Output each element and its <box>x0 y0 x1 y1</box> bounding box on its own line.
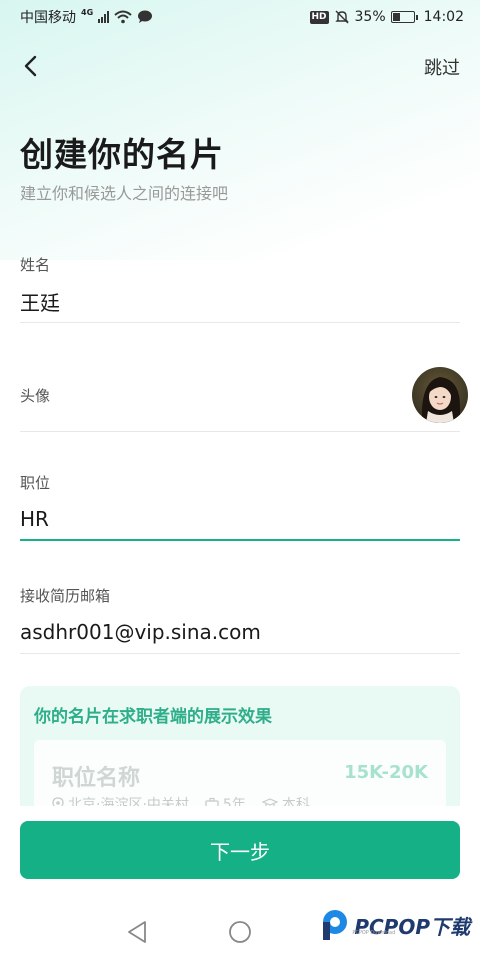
position-input[interactable] <box>20 507 460 531</box>
watermark-sub: PCPOP Download <box>352 930 396 936</box>
back-triangle-icon[interactable] <box>126 920 148 944</box>
email-field: 接收简历邮箱 <box>20 585 460 655</box>
preview-job-card: 职位名称 15K-20K 北京·海淀区·中关村 5年 本科 <box>34 740 446 816</box>
battery-icon <box>390 11 418 23</box>
email-input[interactable] <box>20 620 460 644</box>
position-divider-active <box>20 539 460 541</box>
status-bar: 中国移动 4G HD 35% 14:02 <box>0 0 480 34</box>
chevron-left-icon <box>24 55 37 77</box>
avatar-label: 头像 <box>20 387 51 405</box>
name-divider <box>20 322 460 323</box>
status-right: HD 35% 14:02 <box>309 9 464 25</box>
job-salary: 15K-20K <box>344 762 428 783</box>
message-icon <box>138 10 153 23</box>
wifi-icon <box>114 10 132 24</box>
position-label: 职位 <box>20 474 51 492</box>
nav-bar: 跳过 <box>0 46 480 86</box>
job-name: 职位名称 <box>52 766 141 791</box>
carrier-name: 中国移动 <box>20 10 76 26</box>
name-field: 姓名 <box>20 254 460 324</box>
battery-percent: 35% <box>354 9 386 25</box>
name-label: 姓名 <box>20 256 51 274</box>
page-title: 创建你的名片 <box>20 135 224 174</box>
mute-bell-icon <box>334 10 349 24</box>
home-circle-icon[interactable] <box>228 920 252 944</box>
preview-card: 你的名片在求职者端的展示效果 职位名称 15K-20K 北京·海淀区·中关村 5… <box>20 686 460 816</box>
avatar-row[interactable]: 头像 <box>20 385 460 433</box>
name-input[interactable] <box>20 289 460 313</box>
status-left: 中国移动 4G <box>20 7 153 27</box>
hd-badge: HD <box>309 10 329 24</box>
back-button[interactable] <box>16 50 48 82</box>
next-button[interactable]: 下一步 <box>20 821 460 879</box>
avatar-divider <box>20 431 460 432</box>
signal-icon <box>98 11 110 23</box>
watermark: PCPOP下载 PCPOP Download <box>318 908 470 942</box>
preview-title: 你的名片在求职者端的展示效果 <box>34 707 272 727</box>
battery-fill <box>392 13 400 21</box>
email-divider <box>20 653 460 654</box>
avatar[interactable] <box>412 367 468 423</box>
network-type: 4G <box>81 7 94 17</box>
email-label: 接收简历邮箱 <box>20 587 111 605</box>
avatar-photo <box>412 367 468 423</box>
page-subtitle: 建立你和候选人之间的连接吧 <box>20 184 229 203</box>
position-field: 职位 <box>20 472 460 542</box>
skip-button[interactable]: 跳过 <box>424 54 460 80</box>
pcpop-logo-icon <box>323 910 348 940</box>
clock: 14:02 <box>423 9 464 25</box>
